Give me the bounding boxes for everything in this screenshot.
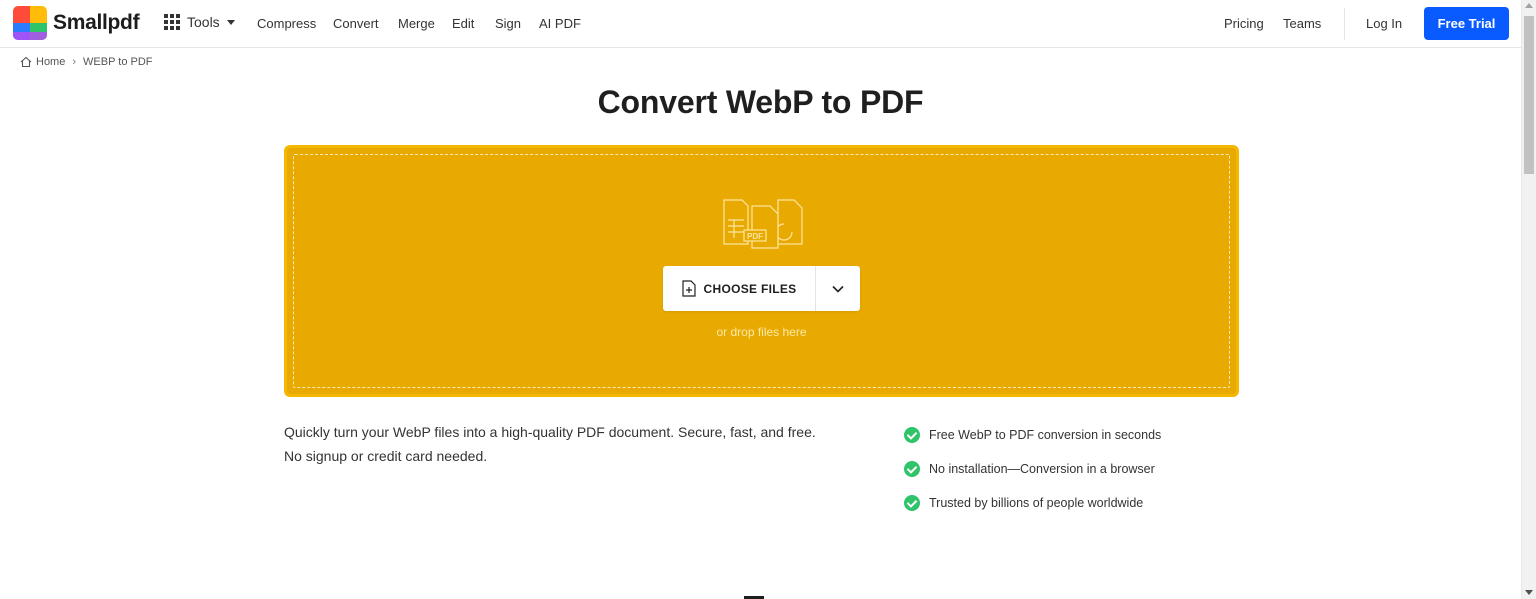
scroll-up-arrow-icon[interactable] xyxy=(1525,3,1533,8)
nav-merge[interactable]: Merge xyxy=(398,16,435,31)
check-circle-icon xyxy=(904,427,920,443)
description: Quickly turn your WebP files into a high… xyxy=(284,420,844,468)
description-line-2: No signup or credit card needed. xyxy=(284,448,488,464)
scroll-thumb[interactable] xyxy=(1524,16,1534,174)
scroll-down-arrow-icon[interactable] xyxy=(1525,590,1533,595)
nav-compress[interactable]: Compress xyxy=(257,16,316,31)
logo-text: Smallpdf xyxy=(53,11,140,34)
nav-edit[interactable]: Edit xyxy=(452,16,474,31)
page-scrollbar[interactable] xyxy=(1521,0,1536,599)
illus-pdf-label: PDF xyxy=(747,232,763,241)
chevron-down-icon xyxy=(832,285,844,293)
choose-files-group: CHOOSE FILES xyxy=(663,266,860,311)
caret-down-icon xyxy=(226,19,235,25)
page-title: Convert WebP to PDF xyxy=(597,84,924,120)
choose-files-dropdown-button[interactable] xyxy=(816,266,860,311)
drop-hint: or drop files here xyxy=(716,325,807,339)
feature-text: No installation—Conversion in a browser xyxy=(929,462,1155,476)
description-line-1: Quickly turn your WebP files into a high… xyxy=(284,424,816,440)
home-icon xyxy=(20,56,32,68)
grid-icon xyxy=(164,14,180,30)
add-file-icon xyxy=(681,280,696,297)
breadcrumb-current: WEBP to PDF xyxy=(83,56,153,68)
breadcrumb-home[interactable]: Home xyxy=(36,56,65,68)
free-trial-button[interactable]: Free Trial xyxy=(1424,7,1509,40)
nav-convert[interactable]: Convert xyxy=(333,16,379,31)
file-dropzone[interactable]: PDF CHOOSE FILES or drop files here xyxy=(284,145,1239,397)
tools-menu-button[interactable]: Tools xyxy=(164,14,235,30)
feature-item: No installation—Conversion in a browser xyxy=(904,452,1161,486)
nav-ai-pdf[interactable]: AI PDF xyxy=(539,16,581,31)
nav-sign[interactable]: Sign xyxy=(495,16,521,31)
choose-files-button[interactable]: CHOOSE FILES xyxy=(663,266,816,311)
feature-item: Trusted by billions of people worldwide xyxy=(904,486,1161,520)
smallpdf-logo-icon xyxy=(13,6,47,40)
breadcrumb: Home › WEBP to PDF xyxy=(20,56,153,68)
feature-text: Trusted by billions of people worldwide xyxy=(929,496,1144,510)
pricing-link[interactable]: Pricing xyxy=(1224,16,1264,31)
feature-item: Free WebP to PDF conversion in seconds xyxy=(904,418,1161,452)
tools-label: Tools xyxy=(187,14,220,30)
check-circle-icon xyxy=(904,461,920,477)
feature-list: Free WebP to PDF conversion in seconds N… xyxy=(904,418,1161,520)
teams-link[interactable]: Teams xyxy=(1283,16,1321,31)
login-link[interactable]: Log In xyxy=(1366,16,1402,31)
feature-text: Free WebP to PDF conversion in seconds xyxy=(929,428,1162,442)
header-divider xyxy=(1344,8,1345,40)
breadcrumb-separator: › xyxy=(72,56,77,68)
top-header: Smallpdf Tools Compress Convert Merge Ed… xyxy=(0,0,1521,48)
files-illustration-icon: PDF xyxy=(723,199,803,249)
choose-files-label: CHOOSE FILES xyxy=(703,281,797,296)
check-circle-icon xyxy=(904,495,920,511)
logo[interactable]: Smallpdf xyxy=(13,6,140,40)
